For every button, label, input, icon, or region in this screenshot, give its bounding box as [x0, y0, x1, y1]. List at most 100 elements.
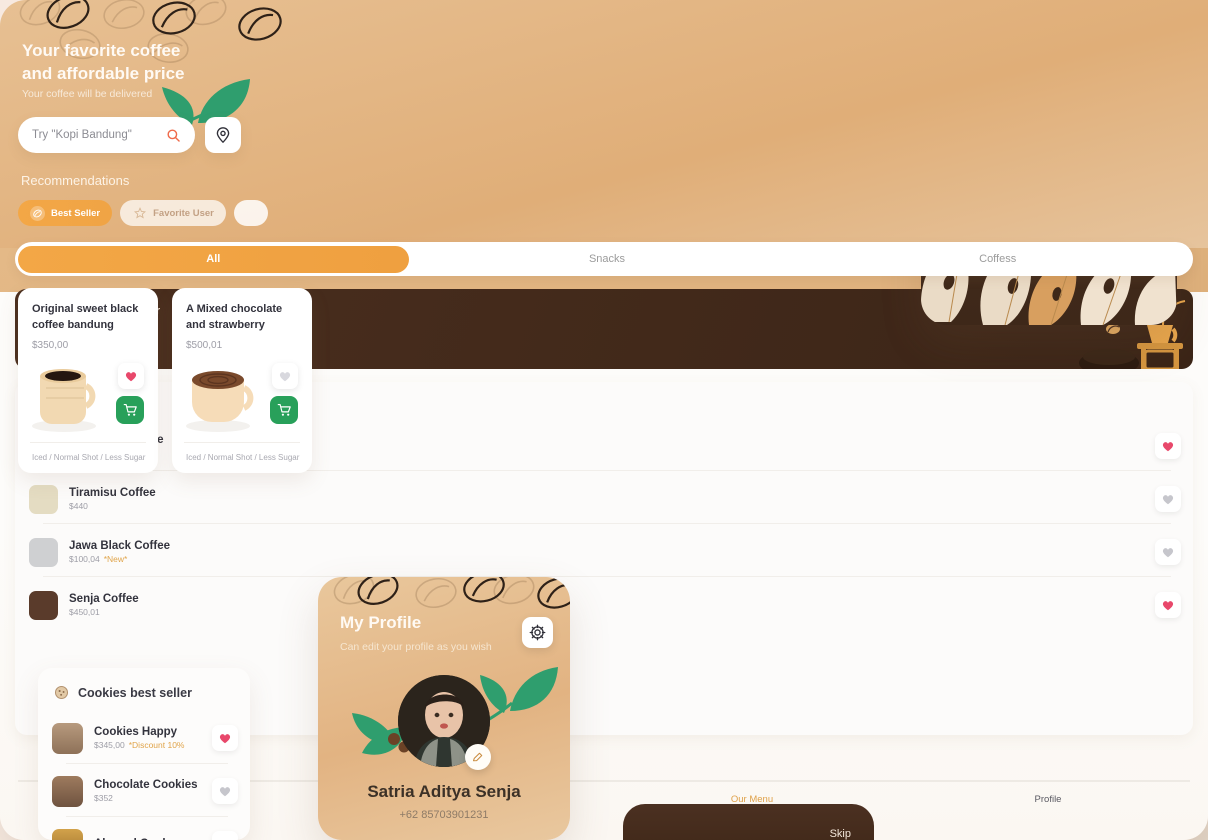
item-price-tag: *New* [103, 554, 128, 564]
divider [184, 442, 300, 443]
item-price: $450,01 [69, 607, 1155, 617]
star-icon [132, 206, 147, 221]
divider [66, 763, 228, 764]
divider [43, 523, 1171, 524]
item-price-tag: *Discount 10% [128, 740, 185, 750]
item-text: Jawa Black Coffee $100,04 *New* [69, 540, 1155, 564]
product-meta: Iced / Normal Shot / Less Sugar [32, 453, 146, 462]
favorite-button[interactable] [212, 831, 238, 840]
add-to-cart-button[interactable] [270, 396, 298, 424]
location-button[interactable] [205, 117, 241, 153]
divider [30, 442, 146, 443]
favorite-button[interactable] [1155, 592, 1181, 618]
chip-more[interactable] [233, 200, 268, 226]
item-text: Senja Coffee $450,01 [69, 593, 1155, 617]
edit-avatar-button[interactable] [465, 744, 491, 770]
product-title: A Mixed chocolate and strawberry [186, 303, 283, 331]
item-name: Senja Coffee [69, 593, 139, 605]
item-text: Cookies Happy $345,00 *Discount 10% [94, 726, 212, 750]
product-card[interactable]: Original sweet black coffee bandung $350… [18, 288, 158, 473]
item-text: Tiramisu Coffee $440 [69, 487, 1155, 511]
item-thumbnail [52, 828, 83, 840]
pencil-icon [472, 752, 483, 762]
item-price: $345,00 *Discount 10% [94, 740, 212, 750]
heart-outline-icon [219, 786, 231, 796]
coffee-mug-illustration [32, 369, 96, 432]
cart-icon [123, 403, 137, 416]
chip-label: Favorite User [153, 207, 214, 219]
list-item[interactable]: Almond Cooks [52, 822, 238, 840]
recommendation-chips: Best Seller Favorite User [18, 200, 1208, 226]
chip-favorite-user[interactable]: Favorite User [120, 200, 226, 226]
favorite-button[interactable] [212, 778, 238, 804]
segment-all[interactable]: All [18, 245, 409, 273]
item-name: Jawa Black Coffee [69, 540, 170, 552]
chip-label: Best Seller [51, 207, 101, 219]
favorite-button[interactable] [1155, 539, 1181, 565]
item-price-value: $440 [69, 501, 88, 511]
item-price-value: $345,00 [94, 740, 125, 750]
list-item[interactable]: Cookies Happy $345,00 *Discount 10% [52, 716, 238, 760]
segment-coffess[interactable]: Coffess [802, 253, 1193, 265]
onboarding-screen: Skip [623, 804, 874, 840]
search-icon [167, 128, 180, 142]
list-item[interactable]: Chocolate Cookies $352 [52, 769, 238, 813]
item-thumbnail [52, 775, 83, 807]
add-to-cart-button[interactable] [116, 396, 144, 424]
item-thumbnail [29, 537, 58, 567]
item-name: Tiramisu Coffee [69, 487, 156, 499]
segment-snacks[interactable]: Snacks [412, 253, 803, 265]
item-name: Cookies Happy [94, 726, 178, 738]
heart-filled-icon [125, 371, 137, 381]
item-price-value: $450,01 [69, 607, 100, 617]
coffee-bean-icon [30, 205, 45, 221]
heart-filled-icon [1162, 600, 1174, 610]
list-item[interactable]: Senja Coffee $450,01 [29, 583, 1181, 627]
favorite-button[interactable] [1155, 433, 1181, 459]
search-placeholder: Try "Kopi Bandung" [32, 129, 132, 141]
heart-outline-icon [1162, 547, 1174, 557]
profile-title: My Profile [340, 613, 422, 632]
item-price-value: $352 [94, 793, 113, 803]
screenshot-stage: Coffee Let's take [0, 0, 1208, 840]
favorite-button[interactable] [1155, 486, 1181, 512]
favorite-button[interactable] [118, 363, 144, 389]
item-text: Chocolate Cookies $352 [94, 779, 212, 803]
list-item[interactable]: Jawa Black Coffee $100,04 *New* [29, 530, 1181, 574]
heart-outline-icon [279, 371, 291, 381]
list-item[interactable]: Tiramisu Coffee $440 [29, 477, 1181, 521]
home-subtitle: Your coffee will be delivered [22, 88, 153, 100]
item-price: $440 [69, 501, 1155, 511]
favorite-button[interactable] [272, 363, 298, 389]
item-thumbnail [29, 484, 58, 514]
chip-best-seller[interactable]: Best Seller [18, 200, 113, 226]
item-name: Chocolate Cookies [94, 779, 198, 791]
cookies-heading: Cookies best seller [78, 686, 192, 700]
product-price: $500,01 [186, 340, 223, 351]
mocha-cup-illustration [186, 371, 254, 432]
profile-phone: +62 85703901231 [399, 809, 489, 821]
gear-icon [529, 624, 546, 641]
product-title: Original sweet black coffee bandung [32, 303, 139, 331]
settings-button[interactable] [522, 617, 553, 648]
recommendations-heading: Recommendations [21, 173, 130, 188]
product-cards: Original sweet black coffee bandung $350… [18, 288, 312, 473]
skip-button[interactable]: Skip [830, 828, 851, 840]
tab-profile[interactable]: Profile [900, 794, 1196, 805]
divider [66, 816, 228, 817]
menus-segmented-control[interactable]: All Snacks Coffess [15, 242, 1193, 276]
search-input[interactable]: Try "Kopi Bandung" [18, 117, 195, 153]
item-price-value: $100,04 [69, 554, 100, 564]
item-price: $100,04 *New* [69, 554, 1155, 564]
product-meta: Iced / Normal Shot / Less Sugar [186, 453, 300, 462]
favorite-button[interactable] [212, 725, 238, 751]
heart-filled-icon [1162, 441, 1174, 451]
product-card[interactable]: A Mixed chocolate and strawberry $500,01 [172, 288, 312, 473]
divider [43, 576, 1171, 577]
heart-outline-icon [1162, 494, 1174, 504]
profile-subtitle: Can edit your profile as you wish [340, 641, 492, 653]
location-pin-icon [216, 127, 230, 143]
cookie-icon [54, 685, 69, 700]
profile-name: Satria Aditya Senja [367, 782, 521, 801]
item-thumbnail [29, 590, 58, 620]
